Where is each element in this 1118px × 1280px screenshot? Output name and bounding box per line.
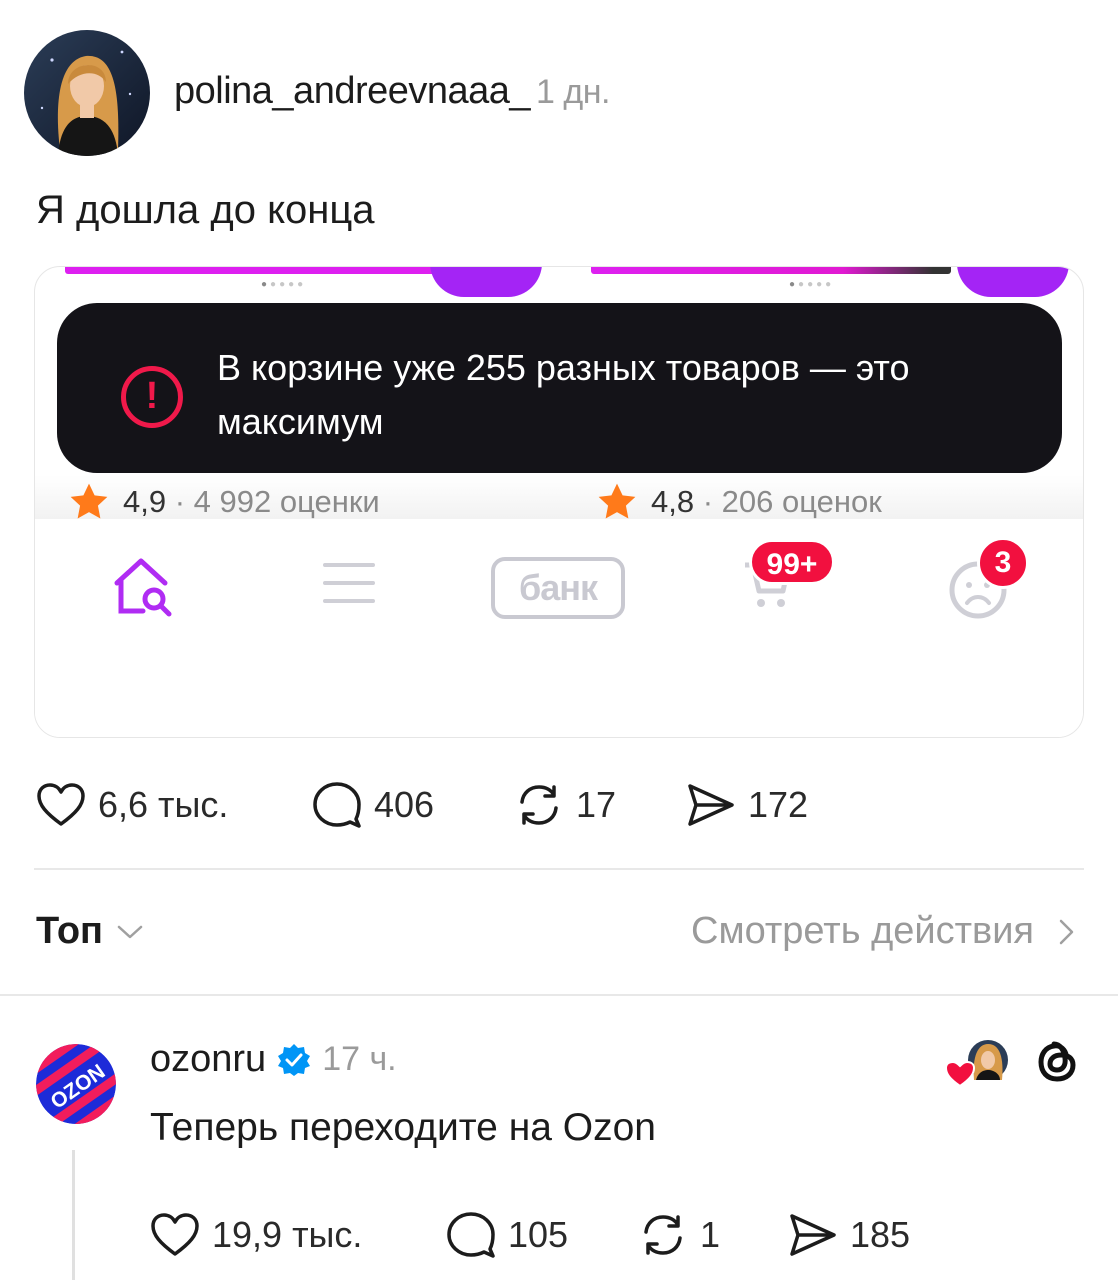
product-rating-1: 4,9 · 4 992 оценки (67, 481, 380, 523)
product-rating-2: 4,8 · 206 оценок (595, 481, 882, 523)
rating-value: 4,8 (651, 484, 695, 519)
heart-icon (37, 783, 85, 826)
reply-actions: 19,9 тыс. 105 1 185 (150, 1210, 910, 1260)
app-tabbar: банк 99+ 3 (35, 519, 1083, 737)
post-actions: 6,6 тыс. 406 17 172 (36, 780, 808, 830)
repost-button[interactable]: 17 (514, 782, 686, 828)
threads-icon[interactable] (1032, 1036, 1082, 1086)
comment-button[interactable]: 406 (312, 781, 514, 829)
rating-count: · 4 992 оценки (174, 484, 380, 519)
profile-badge: 3 (977, 537, 1029, 589)
pager-dots-left: ●●●●● (261, 279, 307, 290)
chevron-down-icon (117, 925, 143, 938)
username-text[interactable]: polina_andreevnaaa_ (174, 70, 531, 112)
divider (34, 868, 1084, 870)
post-image[interactable]: ●●●●● ●●●●● ! В корзине уже 255 разных т… (34, 266, 1084, 738)
comment-icon (313, 782, 361, 828)
menu-icon (323, 563, 375, 603)
comment-count: 406 (374, 784, 435, 825)
share-count: 172 (748, 784, 809, 825)
chevron-right-icon (1059, 919, 1074, 944)
thread-line (72, 1150, 75, 1280)
sort-dropdown[interactable]: Топ (36, 910, 147, 953)
heart-icon (151, 1213, 199, 1256)
top-strip-right (591, 267, 951, 274)
like-count: 6,6 тыс. (98, 784, 229, 825)
sort-label: Топ (36, 910, 103, 952)
reply-time: 17 ч. (322, 1040, 397, 1078)
top-strip-left (65, 267, 457, 274)
alert-icon: ! (121, 366, 183, 428)
reply-text: Теперь переходите на Ozon (150, 1106, 656, 1149)
ozon-avatar[interactable]: OZON (36, 1044, 116, 1124)
reply-comment-button[interactable]: 105 (446, 1211, 638, 1259)
home-search-icon (114, 558, 172, 617)
star-icon (598, 483, 636, 519)
reply-username[interactable]: ozonru (150, 1038, 266, 1081)
like-button[interactable]: 6,6 тыс. (36, 782, 312, 828)
post-time: 1 дн. (536, 73, 610, 111)
rating-value: 4,9 (123, 484, 167, 519)
reply-comment-count: 105 (508, 1214, 569, 1255)
verified-badge-icon (278, 1043, 311, 1076)
author-username[interactable]: polina_andreevnaaa_ 1 дн. (174, 70, 610, 113)
reply-share-count: 185 (850, 1214, 911, 1255)
reply-repost-button[interactable]: 1 (638, 1212, 788, 1258)
pager-dots-right: ●●●●● (789, 279, 835, 290)
liked-by-author-icon (944, 1040, 1008, 1088)
send-icon (688, 784, 734, 826)
toast-message: В корзине уже 255 разных товаров — это м… (217, 347, 910, 442)
reply-author[interactable]: ozonru 17 ч. (150, 1038, 397, 1081)
comment-icon (447, 1212, 495, 1258)
view-activity-label: Смотреть действия (691, 910, 1034, 952)
reply-share-button[interactable]: 185 (788, 1212, 910, 1258)
reply-like-count: 19,9 тыс. (212, 1214, 363, 1255)
cart-badge: 99+ (749, 539, 835, 585)
rating-count: · 206 оценок (702, 484, 882, 519)
star-icon (70, 483, 108, 519)
divider (0, 994, 1118, 996)
view-activity-link[interactable]: Смотреть действия (691, 910, 1080, 953)
reply-like-button[interactable]: 19,9 тыс. (150, 1212, 446, 1258)
top-pill-left (430, 267, 542, 297)
post-text: Я дошла до конца (36, 188, 375, 232)
top-pill-right (957, 267, 1069, 297)
bank-icon: банк (491, 557, 625, 619)
repost-icon (644, 1215, 682, 1255)
share-button[interactable]: 172 (686, 782, 808, 828)
repost-count: 17 (576, 784, 617, 825)
author-avatar[interactable] (24, 30, 150, 156)
reply-repost-count: 1 (700, 1214, 721, 1255)
error-toast: ! В корзине уже 255 разных товаров — это… (57, 303, 1062, 473)
send-icon (790, 1214, 836, 1256)
repost-icon (520, 785, 558, 825)
